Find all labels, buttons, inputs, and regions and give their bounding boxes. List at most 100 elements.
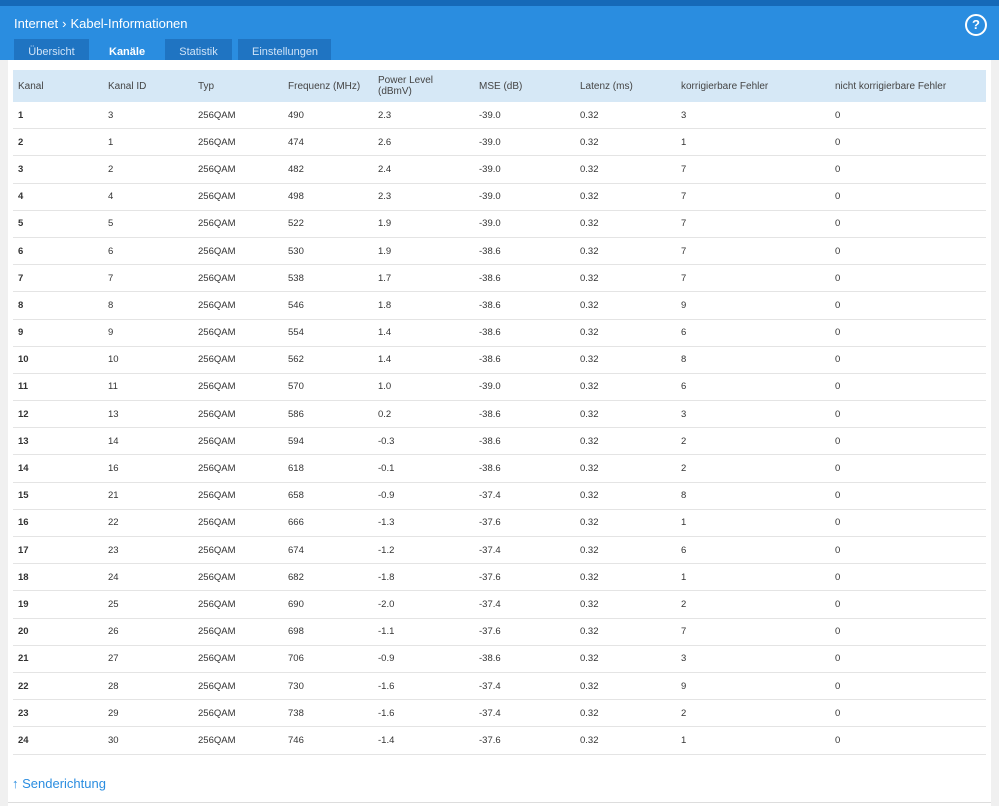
table-cell: 27 <box>103 645 193 673</box>
table-cell: 530 <box>283 237 373 266</box>
table-cell: 8 <box>103 291 193 320</box>
table-cell: 22 <box>103 509 193 538</box>
table-cell: 0 <box>830 645 986 673</box>
table-cell: 0 <box>830 699 986 728</box>
table-row: 9 9 256QAM 554 1.4 -38.6 0.32 6 0 <box>13 319 986 347</box>
table-cell: 6 <box>676 536 830 565</box>
table-row: 24 30 256QAM 746 -1.4 -37.6 0.32 1 0 <box>13 726 986 755</box>
table-cell: 256QAM <box>193 210 283 238</box>
table-cell: -39.0 <box>474 183 575 211</box>
table-cell: 7 <box>103 264 193 293</box>
table-cell: 0 <box>830 373 986 402</box>
table-row: 7 7 256QAM 538 1.7 -38.6 0.32 7 0 <box>13 264 986 293</box>
senderichtung-link[interactable]: ↑ Senderichtung <box>12 776 106 791</box>
table-cell: 256QAM <box>193 672 283 701</box>
table-cell: 23 <box>13 699 103 728</box>
table-cell: 562 <box>283 346 373 374</box>
table-row: 6 6 256QAM 530 1.9 -38.6 0.32 7 0 <box>13 237 986 266</box>
table-row: 23 29 256QAM 738 -1.6 -37.4 0.32 2 0 <box>13 699 986 728</box>
table-cell: 9 <box>676 291 830 320</box>
table-cell: 256QAM <box>193 645 283 673</box>
table-cell: 13 <box>103 400 193 429</box>
table-cell: -39.0 <box>474 128 575 157</box>
table-cell: 0 <box>830 128 986 157</box>
table-cell: 256QAM <box>193 563 283 592</box>
table-cell: 256QAM <box>193 618 283 646</box>
table-cell: 0.32 <box>575 454 676 483</box>
table-cell: 0 <box>830 237 986 266</box>
column-header: korrigierbare Fehler <box>681 80 769 92</box>
table-cell: 0.32 <box>575 726 676 755</box>
table-cell: -37.4 <box>474 482 575 510</box>
table-cell: 1 <box>676 726 830 755</box>
table-cell: 1 <box>676 509 830 538</box>
table-cell: 256QAM <box>193 699 283 728</box>
table-row: 13 14 256QAM 594 -0.3 -38.6 0.32 2 0 <box>13 427 986 456</box>
table-cell: 554 <box>283 319 373 347</box>
table-cell: 570 <box>283 373 373 402</box>
table-cell: 4 <box>103 183 193 211</box>
table-row: 16 22 256QAM 666 -1.3 -37.6 0.32 1 0 <box>13 509 986 538</box>
table-cell: 0 <box>830 400 986 429</box>
table-cell: 482 <box>283 155 373 184</box>
table-cell: -0.1 <box>373 454 474 483</box>
top-bar: Internet › Kabel-Informationen ? Übersic… <box>0 0 999 66</box>
table-cell: 8 <box>13 291 103 320</box>
table-cell: 0.32 <box>575 183 676 211</box>
table-cell: 0.32 <box>575 373 676 402</box>
table-cell: 21 <box>103 482 193 510</box>
table-cell: -39.0 <box>474 210 575 238</box>
table-cell: 618 <box>283 454 373 483</box>
table-cell: 586 <box>283 400 373 429</box>
table-cell: 17 <box>13 536 103 565</box>
column-header: MSE (dB) <box>479 80 523 92</box>
table-cell: 738 <box>283 699 373 728</box>
table-cell: -37.6 <box>474 509 575 538</box>
breadcrumb-parent[interactable]: Internet <box>14 16 58 31</box>
table-cell: 2 <box>13 128 103 157</box>
table-cell: 0.32 <box>575 264 676 293</box>
table-cell: 2.6 <box>373 128 474 157</box>
table-cell: 1 <box>13 102 103 130</box>
table-cell: 10 <box>103 346 193 374</box>
table-cell: 1 <box>103 128 193 157</box>
table-cell: 256QAM <box>193 155 283 184</box>
divider <box>8 802 991 803</box>
table-cell: 256QAM <box>193 319 283 347</box>
table-cell: 256QAM <box>193 536 283 565</box>
table-cell: 0 <box>830 319 986 347</box>
table-cell: 682 <box>283 563 373 592</box>
table-cell: 0 <box>830 155 986 184</box>
table-cell: 2 <box>103 155 193 184</box>
table-cell: 658 <box>283 482 373 510</box>
column-header: Latenz (ms) <box>580 80 633 92</box>
table-cell: 0.32 <box>575 155 676 184</box>
table-cell: -37.6 <box>474 726 575 755</box>
table-cell: -38.6 <box>474 264 575 293</box>
table-cell: 706 <box>283 645 373 673</box>
help-icon[interactable]: ? <box>965 14 987 36</box>
table-cell: 0 <box>830 291 986 320</box>
table-cell: 0.32 <box>575 482 676 510</box>
table-cell: 674 <box>283 536 373 565</box>
table-cell: 5 <box>13 210 103 238</box>
table-cell: 1.9 <box>373 237 474 266</box>
table-cell: 25 <box>103 590 193 619</box>
table-cell: 0 <box>830 672 986 701</box>
table-cell: 3 <box>676 645 830 673</box>
table-cell: 0 <box>830 482 986 510</box>
table-cell: 6 <box>676 319 830 347</box>
column-header: nicht korrigierbare Fehler <box>835 80 947 92</box>
table-cell: 0 <box>830 563 986 592</box>
table-cell: 256QAM <box>193 726 283 755</box>
table-cell: 256QAM <box>193 128 283 157</box>
table-cell: 490 <box>283 102 373 130</box>
table-cell: 730 <box>283 672 373 701</box>
table-cell: 256QAM <box>193 400 283 429</box>
table-cell: 256QAM <box>193 346 283 374</box>
table-cell: 1.0 <box>373 373 474 402</box>
column-header: Power Level (dBmV) <box>378 75 434 97</box>
table-cell: 0.2 <box>373 400 474 429</box>
table-row: 14 16 256QAM 618 -0.1 -38.6 0.32 2 0 <box>13 454 986 483</box>
table-cell: -37.4 <box>474 590 575 619</box>
